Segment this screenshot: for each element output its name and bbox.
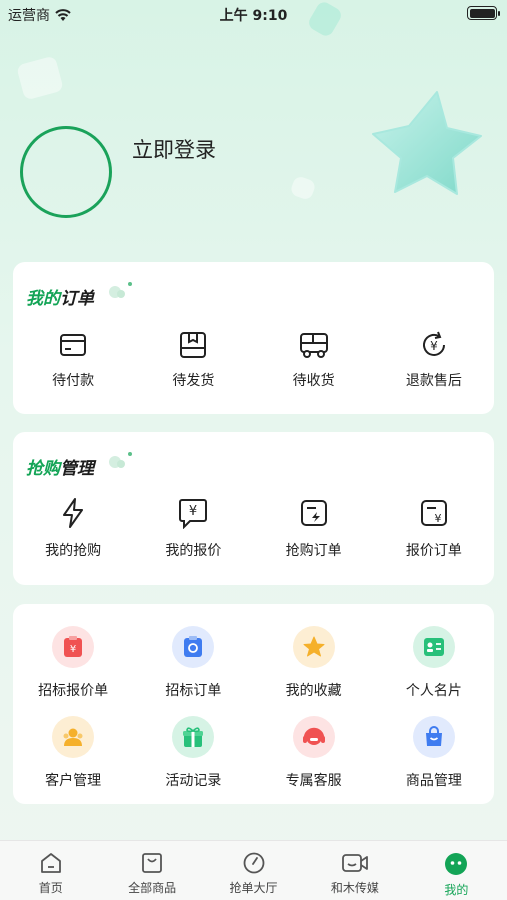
- rush-item-label: 我的抢购: [45, 543, 102, 559]
- quote-order-icon: ¥: [419, 498, 449, 528]
- orders-title-accent: 我的: [26, 289, 60, 309]
- order-item-pending-shipment[interactable]: 待发货: [133, 330, 253, 390]
- order-item-refund[interactable]: ¥ 退款售后: [374, 330, 494, 390]
- tool-item-tender-quote[interactable]: ¥ 招标报价单: [13, 626, 133, 700]
- gift-icon: [172, 716, 215, 758]
- orders-card-title: 我的订单: [26, 284, 94, 309]
- status-time: 上午 9:10: [219, 8, 288, 24]
- battery-icon: [467, 6, 500, 20]
- home-icon: [40, 853, 61, 873]
- tab-label: 我的: [444, 883, 469, 897]
- bottom-tab-bar: 首页 全部商品 抢单大厅 和木传媒 我的: [0, 840, 507, 900]
- tool-item-label: 我的收藏: [285, 683, 342, 699]
- rush-item-label: 抢购订单: [285, 543, 342, 559]
- card-icon: [58, 330, 88, 360]
- video-icon: [342, 854, 368, 872]
- orders-title-rest: 订单: [60, 289, 94, 309]
- tool-item-customers[interactable]: 客户管理: [13, 716, 133, 790]
- rush-item-label: 报价订单: [405, 543, 462, 559]
- tool-item-label: 专属客服: [285, 773, 342, 789]
- orders-grid: 待付款 待发货 待收货 ¥ 退款售后: [13, 330, 494, 390]
- tool-item-product-management[interactable]: 商品管理: [374, 716, 494, 790]
- title-decoration: [109, 452, 132, 468]
- status-bar: 运营商 上午 9:10: [0, 0, 507, 28]
- tab-hemu-media[interactable]: 和木传媒: [304, 841, 405, 900]
- order-item-label: 待收货: [292, 373, 335, 389]
- box-icon: [178, 330, 208, 360]
- svg-text:¥: ¥: [434, 512, 441, 525]
- svg-text:¥: ¥: [430, 339, 438, 353]
- rush-item-quote-orders[interactable]: ¥ 报价订单: [374, 498, 494, 560]
- order-item-pending-receipt[interactable]: 待收货: [254, 330, 374, 390]
- login-link[interactable]: 立即登录: [132, 134, 216, 164]
- rush-title-rest: 管理: [60, 459, 94, 479]
- tab-label: 首页: [38, 881, 63, 895]
- order-item-pending-payment[interactable]: 待付款: [13, 330, 133, 390]
- title-decoration: [109, 282, 132, 298]
- tool-item-label: 活动记录: [165, 773, 222, 789]
- tool-item-customer-service[interactable]: 专属客服: [254, 716, 374, 790]
- svg-text:¥: ¥: [70, 644, 76, 655]
- customer-icon: [52, 716, 95, 758]
- rush-grid: 我的抢购 ¥ 我的报价 抢购订单 ¥ 报价订单: [13, 498, 494, 560]
- clock-icon: [243, 852, 264, 874]
- tool-item-label: 个人名片: [405, 683, 462, 699]
- tab-mine[interactable]: 我的: [406, 841, 507, 900]
- quote-bubble-icon: ¥: [178, 498, 208, 529]
- headset-icon: [292, 716, 335, 758]
- tender-order-icon: [172, 626, 215, 668]
- tool-item-label: 招标报价单: [38, 683, 109, 699]
- tender-quote-icon: ¥: [52, 626, 95, 668]
- tab-label: 全部商品: [128, 881, 177, 895]
- tools-grid-row-1: ¥ 招标报价单 招标订单 我的收藏 个人名片: [13, 626, 494, 700]
- tool-item-label: 商品管理: [405, 773, 462, 789]
- tools-grid-row-2: 客户管理 活动记录 专属客服 商品管理: [13, 716, 494, 790]
- tool-item-label: 客户管理: [45, 773, 102, 789]
- rush-item-my-quote[interactable]: ¥ 我的报价: [133, 498, 253, 560]
- tab-label: 和木传媒: [330, 881, 379, 895]
- order-item-label: 待付款: [52, 373, 95, 389]
- shopping-bag-icon: [142, 853, 163, 873]
- tab-order-hall[interactable]: 抢单大厅: [203, 841, 304, 900]
- tool-item-tender-orders[interactable]: 招标订单: [133, 626, 253, 700]
- tool-item-favorites[interactable]: 我的收藏: [254, 626, 374, 700]
- order-item-label: 退款售后: [405, 373, 462, 389]
- tool-item-business-card[interactable]: 个人名片: [374, 626, 494, 700]
- rush-card-title: 抢购管理: [26, 454, 94, 479]
- decorative-cube: [289, 174, 317, 202]
- bag-icon: [412, 716, 455, 758]
- order-item-label: 待发货: [172, 373, 215, 389]
- decorative-cube: [16, 55, 64, 101]
- refund-icon: ¥: [419, 330, 449, 360]
- tab-home[interactable]: 首页: [0, 841, 101, 900]
- tab-all-products[interactable]: 全部商品: [101, 841, 202, 900]
- tool-item-activity-log[interactable]: 活动记录: [133, 716, 253, 790]
- rush-item-rush-orders[interactable]: 抢购订单: [254, 498, 374, 560]
- star-icon: [292, 626, 335, 668]
- tab-label: 抢单大厅: [229, 881, 278, 895]
- rush-item-label: 我的报价: [165, 543, 222, 559]
- rush-order-icon: [299, 498, 329, 528]
- business-card-icon: [412, 626, 455, 668]
- profile-face-icon: [445, 853, 468, 875]
- rush-card: 抢购管理 我的抢购 ¥ 我的报价 抢购订单 ¥ 报价订单: [13, 432, 494, 585]
- avatar[interactable]: [20, 126, 112, 218]
- rush-item-my-rush[interactable]: 我的抢购: [13, 498, 133, 560]
- tools-card: ¥ 招标报价单 招标订单 我的收藏 个人名片 客户管理 活动记录 专属客服 商品…: [13, 604, 494, 804]
- rush-title-accent: 抢购: [26, 459, 60, 479]
- orders-card: 我的订单 待付款 待发货 待收货 ¥ 退款售后: [13, 262, 494, 414]
- decorative-star-icon: [372, 91, 482, 195]
- lightning-icon: [58, 498, 88, 528]
- tool-item-label: 招标订单: [165, 683, 222, 699]
- svg-text:¥: ¥: [189, 504, 197, 519]
- truck-icon: [299, 330, 329, 360]
